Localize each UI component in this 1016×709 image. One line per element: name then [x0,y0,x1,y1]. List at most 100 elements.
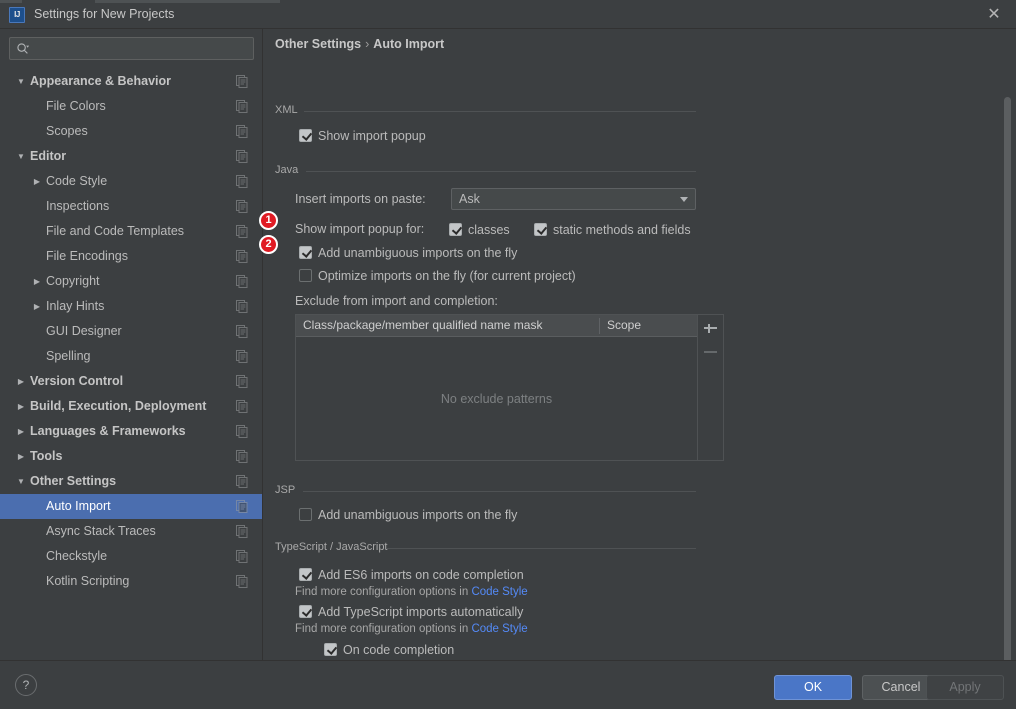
copy-settings-icon[interactable] [235,349,249,363]
copy-settings-icon[interactable] [235,424,249,438]
sidebar-item-code-style[interactable]: ▶ Code Style [0,169,262,194]
checkbox-xml-show-import-popup[interactable] [299,129,312,142]
section-header-jsp: JSP [275,484,296,496]
sidebar-item-auto-import[interactable]: Auto Import [0,494,262,519]
table-column-header-scope[interactable]: Scope [600,315,698,336]
sidebar-item-copyright[interactable]: ▶ Copyright [0,269,262,294]
chevron-right-icon[interactable]: ▶ [31,269,43,294]
checkbox-java-classes[interactable] [449,223,462,236]
copy-settings-icon[interactable] [235,124,249,138]
search-box[interactable] [9,37,254,60]
copy-settings-icon[interactable] [235,99,249,113]
sidebar-item-other-settings[interactable]: ▼ Other Settings [0,469,262,494]
sidebar-item-inspections[interactable]: Inspections [0,194,262,219]
title-bar: IJ Settings for New Projects ✕ [0,0,1016,29]
copy-settings-icon[interactable] [235,74,249,88]
sidebar-item-file-colors[interactable]: File Colors [0,94,262,119]
window-title: Settings for New Projects [34,7,175,21]
ok-button[interactable]: OK [774,675,852,700]
checkbox-label-jsp-add-unambiguous: Add unambiguous imports on the fly [318,508,518,522]
checkbox-ts-add-typescript[interactable] [299,605,312,618]
copy-settings-icon[interactable] [235,574,249,588]
table-empty-message: No exclude patterns [440,391,553,406]
add-pattern-button[interactable] [702,319,719,336]
copy-settings-icon[interactable] [235,324,249,338]
settings-content: XML Show import popup Java Insert import… [264,62,1016,660]
sidebar-item-scopes[interactable]: Scopes [0,119,262,144]
breadcrumb-current: Auto Import [373,37,445,51]
sidebar-item-label: Version Control [30,374,124,388]
sidebar-item-kotlin-scripting[interactable]: Kotlin Scripting [0,569,262,594]
chevron-down-icon[interactable]: ▼ [15,144,27,169]
copy-settings-icon[interactable] [235,399,249,413]
checkbox-java-add-unambiguous[interactable] [299,246,312,259]
link-code-style-es6[interactable]: Code Style [471,586,527,598]
close-icon[interactable]: ✕ [984,5,1004,25]
section-divider-typescript [386,548,696,549]
copy-settings-icon[interactable] [235,549,249,563]
sidebar-item-async-stack-traces[interactable]: Async Stack Traces [0,519,262,544]
sidebar-item-label: Inspections [46,199,110,213]
exclude-patterns-table[interactable]: Class/package/member qualified name mask… [295,314,698,461]
sidebar-item-gui-designer[interactable]: GUI Designer [0,319,262,344]
main-scrollbar-track[interactable] [1004,61,1014,660]
sidebar-item-label: Scopes [46,124,88,138]
copy-settings-icon[interactable] [235,249,249,263]
sidebar-item-spelling[interactable]: Spelling [0,344,262,369]
copy-settings-icon[interactable] [235,499,249,513]
sidebar-item-tools[interactable]: ▶ Tools [0,444,262,469]
chevron-down-icon[interactable]: ▼ [15,69,27,94]
copy-settings-icon[interactable] [235,474,249,488]
checkbox-java-optimize-imports[interactable] [299,269,312,282]
checkbox-ts-on-code-completion[interactable] [324,643,337,656]
sidebar-item-label: Async Stack Traces [46,524,156,538]
chevron-right-icon[interactable]: ▶ [15,369,27,394]
sidebar-item-file-encodings[interactable]: File Encodings [0,244,262,269]
checkbox-java-static-methods[interactable] [534,223,547,236]
breadcrumb-parent[interactable]: Other Settings [275,37,361,51]
link-code-style-typescript[interactable]: Code Style [471,623,527,635]
sidebar-item-label: Spelling [46,349,91,363]
chevron-down-icon[interactable]: ▼ [15,469,27,494]
sidebar-item-languages-frameworks[interactable]: ▶ Languages & Frameworks [0,419,262,444]
apply-button[interactable]: Apply [926,675,1004,700]
copy-settings-icon[interactable] [235,199,249,213]
sidebar-item-label: Checkstyle [46,549,108,563]
sidebar-item-checkstyle[interactable]: Checkstyle [0,544,262,569]
copy-settings-icon[interactable] [235,224,249,238]
table-column-header-mask[interactable]: Class/package/member qualified name mask [296,315,599,336]
chevron-right-icon[interactable]: ▶ [15,394,27,419]
insert-imports-on-paste-select[interactable]: Ask [451,188,696,210]
chevron-right-icon[interactable]: ▶ [15,444,27,469]
sidebar-item-inlay-hints[interactable]: ▶ Inlay Hints [0,294,262,319]
annotation-badge-2: 2 [259,235,278,254]
copy-settings-icon[interactable] [235,174,249,188]
sidebar-item-appearance-behavior[interactable]: ▼ Appearance & Behavior [0,69,262,94]
sidebar-item-build-execution-deployment[interactable]: ▶ Build, Execution, Deployment [0,394,262,419]
search-input[interactable] [34,38,249,59]
sidebar-item-file-and-code-templates[interactable]: File and Code Templates [0,219,262,244]
note-ts-prefix: Find more configuration options in [295,623,472,635]
note-code-style-es6: Find more configuration options in Code … [295,585,528,600]
settings-dialog: IJ Settings for New Projects ✕ ▼ Appearan… [0,0,1016,709]
checkbox-ts-add-es6[interactable] [299,568,312,581]
main-scrollbar-thumb[interactable] [1004,97,1011,660]
sidebar-item-label: Copyright [46,274,100,288]
remove-pattern-button[interactable] [702,343,719,360]
sidebar-item-label: Tools [30,449,63,463]
copy-settings-icon[interactable] [235,524,249,538]
chevron-right-icon[interactable]: ▶ [31,294,43,319]
sidebar-item-label: Editor [30,149,67,163]
copy-settings-icon[interactable] [235,274,249,288]
checkbox-jsp-add-unambiguous[interactable] [299,508,312,521]
copy-settings-icon[interactable] [235,374,249,388]
chevron-right-icon[interactable]: ▶ [15,419,27,444]
chevron-right-icon[interactable]: ▶ [31,169,43,194]
breadcrumb: Other Settings › Auto Import [275,37,444,51]
copy-settings-icon[interactable] [235,299,249,313]
help-button[interactable]: ? [15,674,37,696]
sidebar-item-version-control[interactable]: ▶ Version Control [0,369,262,394]
copy-settings-icon[interactable] [235,149,249,163]
copy-settings-icon[interactable] [235,449,249,463]
sidebar-item-editor[interactable]: ▼ Editor [0,144,262,169]
